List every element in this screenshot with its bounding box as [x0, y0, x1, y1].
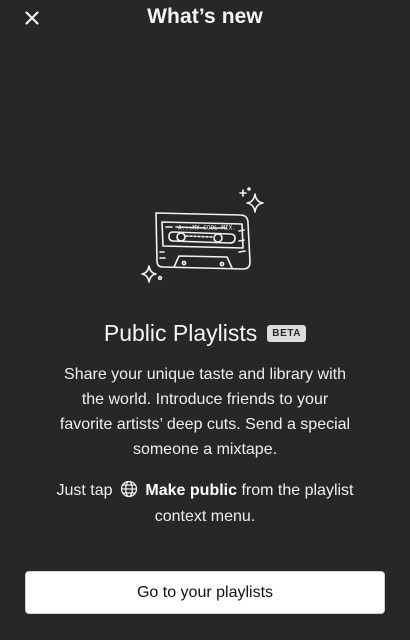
screen-title: What’s new [147, 5, 263, 28]
feature-heading: Public Playlists BETA [0, 318, 410, 348]
feature-title: Public Playlists [103, 320, 258, 346]
cassette-tape-illustration: A...MY COOL MIX. [141, 187, 264, 283]
hint-prefix: Just tap [56, 482, 113, 499]
globe-icon [120, 480, 138, 498]
feature-description: Share your unique taste and library with… [59, 366, 351, 458]
tape-label-text: A...MY COOL MIX. [178, 225, 236, 232]
feature-hint: Just tap Make public from the playlist c… [40, 478, 370, 530]
go-to-playlists-button[interactable]: Go to your playlists [25, 571, 385, 614]
beta-badge: BETA [267, 325, 307, 342]
hint-action: Make public [145, 482, 237, 499]
go-to-playlists-label: Go to your playlists [136, 583, 274, 601]
